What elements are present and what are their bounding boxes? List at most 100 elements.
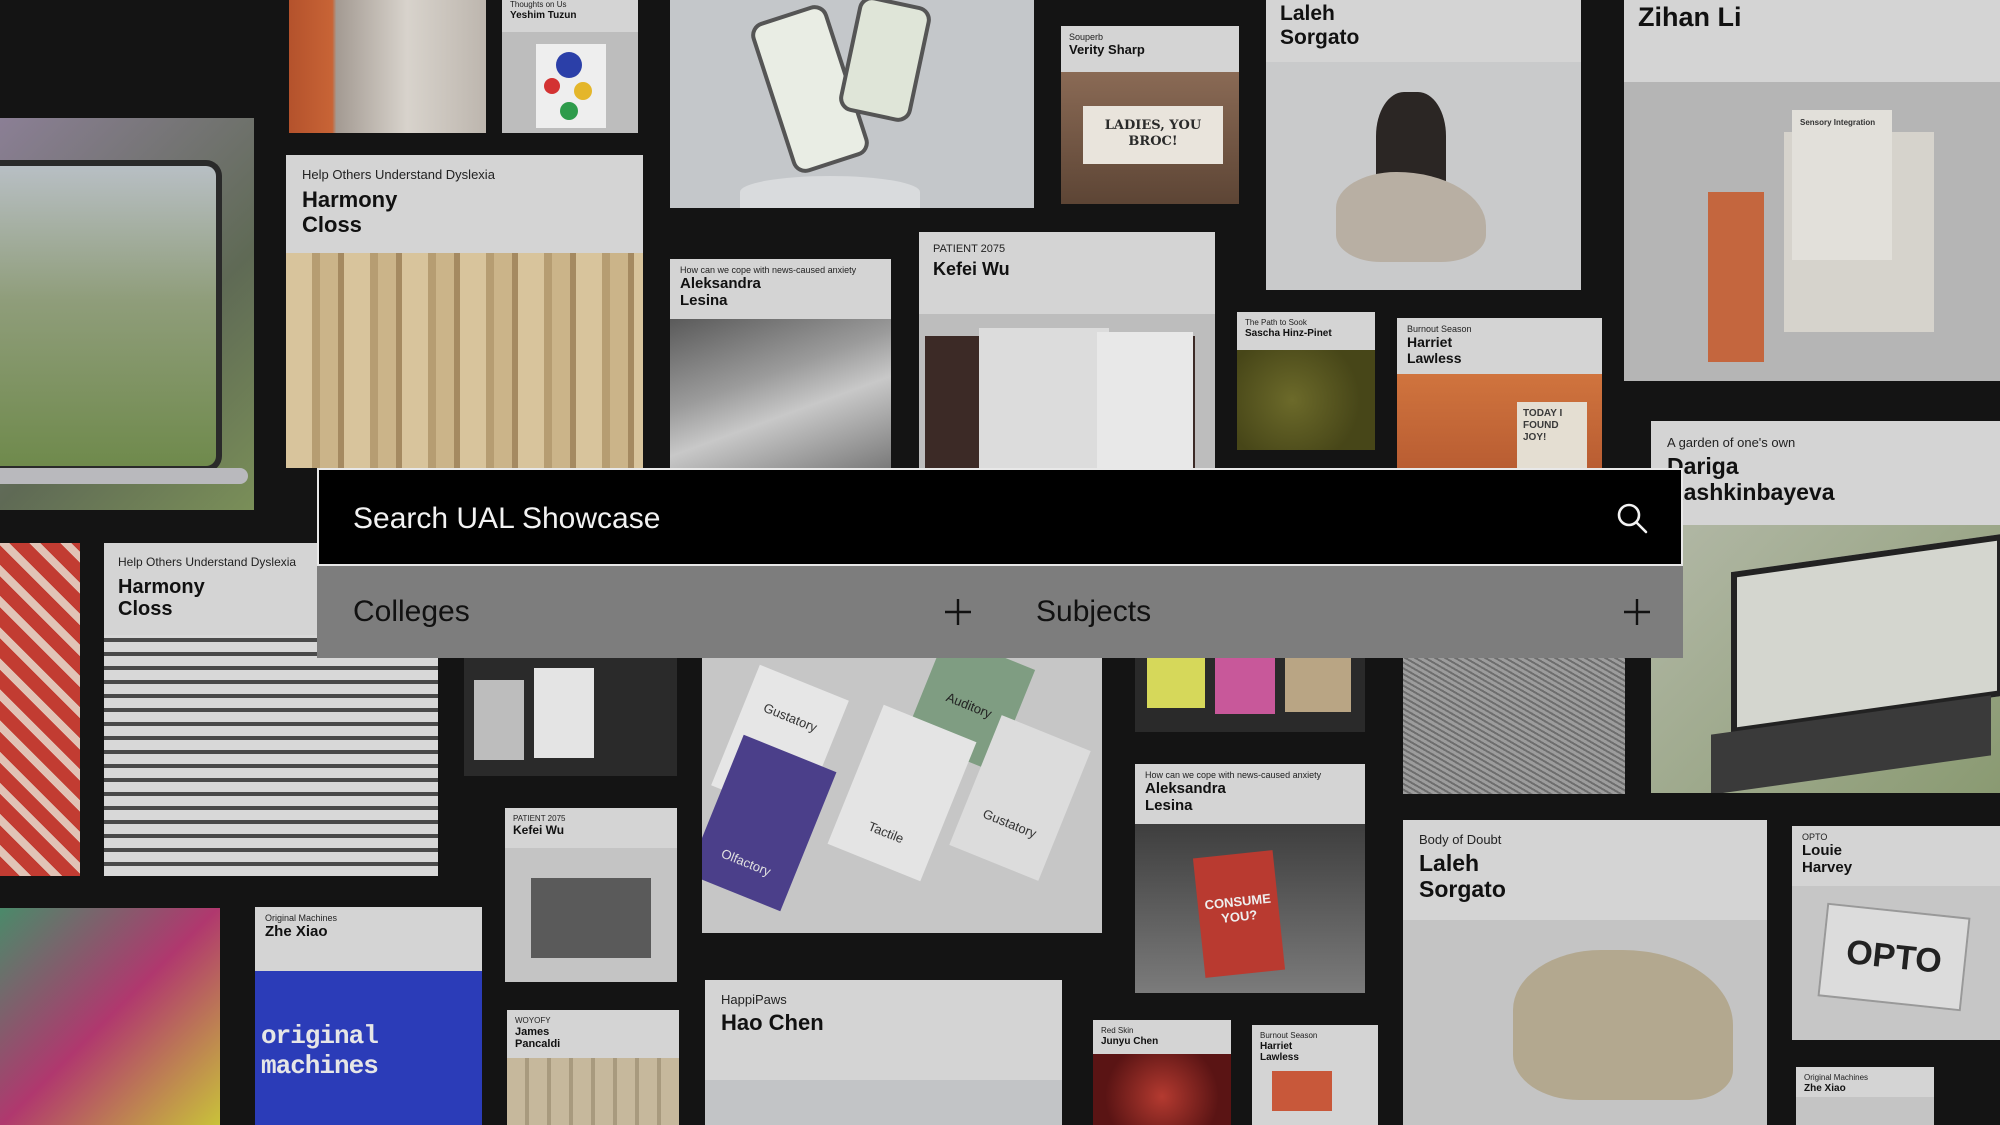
red-poster: CONSUME YOU? xyxy=(1192,850,1286,978)
phone-mockup xyxy=(836,0,934,125)
card-label: Olfactory xyxy=(719,845,773,880)
project-author: Kefei Wu xyxy=(933,259,1010,279)
portrait-photo xyxy=(1403,920,1767,1125)
moss-photo xyxy=(1237,350,1375,450)
billboard: LADIES, YOU BROC! xyxy=(1083,106,1223,164)
project-author: Aleksandra Lesina xyxy=(680,275,761,309)
project-tile-check[interactable] xyxy=(0,543,80,876)
project-tile[interactable]: OPTO Louie Harvey OPTO xyxy=(1792,826,2000,1040)
project-tile-sculpture[interactable] xyxy=(289,0,486,133)
machines-photo: original machines xyxy=(255,971,482,1125)
project-tile-notes[interactable] xyxy=(1135,658,1365,732)
project-author: Harmony Closs xyxy=(302,187,398,237)
project-tile[interactable]: How can we cope with news-caused anxiety… xyxy=(1135,764,1365,993)
card-label: Tactile xyxy=(866,818,906,847)
project-kicker: Red Skin xyxy=(1101,1026,1134,1035)
figure-body xyxy=(1513,950,1733,1100)
binder-photo xyxy=(919,314,1215,468)
figure-body xyxy=(1336,172,1486,262)
project-tile[interactable]: PATIENT 2075 Kefei Wu xyxy=(505,808,677,982)
card-label: Gustatory xyxy=(761,699,820,736)
project-tile[interactable]: Thoughts on Us Yeshim Tuzun xyxy=(502,0,638,133)
card-label: Gustatory xyxy=(980,805,1039,842)
sculpture-photo xyxy=(289,0,486,133)
project-tile-posters[interactable] xyxy=(464,658,677,776)
poster-text: CONSUME YOU? xyxy=(1203,890,1272,926)
binder-page xyxy=(979,328,1109,468)
notebook-text: TODAY I FOUND JOY! xyxy=(1523,408,1563,443)
project-tile[interactable]: Original Machines Zhe Xiao original mach… xyxy=(255,907,482,1125)
laptop-base xyxy=(0,468,248,484)
project-kicker: WOYOFY xyxy=(515,1016,551,1025)
wood-letters-photo xyxy=(286,253,643,468)
project-author: Harriet Lawless xyxy=(1407,334,1462,366)
booklet-photo: Sensory Integration xyxy=(1624,82,2000,381)
plus-icon xyxy=(1624,599,1650,625)
filter-label: Colleges xyxy=(353,595,470,628)
laptop-photo xyxy=(1651,525,2000,793)
project-tile-laptop[interactable] xyxy=(0,118,254,510)
red-photo xyxy=(1093,1054,1231,1125)
notebook-photo xyxy=(1252,1061,1378,1125)
filter-subjects[interactable]: Subjects xyxy=(1000,566,1683,658)
project-kicker: PATIENT 2075 xyxy=(933,243,1006,255)
project-tile[interactable]: The Path to Sook Sascha Hinz-Pinet xyxy=(1237,312,1375,450)
zine-photo xyxy=(507,1058,679,1125)
project-kicker: The Path to Sook xyxy=(1245,318,1307,327)
project-tile[interactable]: Original Machines Zhe Xiao xyxy=(1796,1067,1934,1125)
project-author: Verity Sharp xyxy=(1069,42,1145,57)
search-button[interactable] xyxy=(1615,501,1649,535)
project-author: Zihan Li xyxy=(1638,2,1742,32)
project-tile[interactable]: Red Skin Junyu Chen xyxy=(1093,1020,1231,1125)
project-tile-etching[interactable] xyxy=(1403,658,1625,794)
project-kicker: Thoughts on Us xyxy=(510,0,567,9)
project-tile[interactable]: PATIENT 2075 Kefei Wu xyxy=(919,232,1215,468)
project-kicker: Body of Doubt xyxy=(1419,832,1502,847)
project-author: Zhe Xiao xyxy=(1804,1083,1846,1094)
project-tile[interactable]: Zihan Li Sensory Integration xyxy=(1624,0,2000,381)
project-author: Yeshim Tuzun xyxy=(510,10,577,21)
project-tile[interactable]: Souperb Verity Sharp LADIES, YOU BROC! xyxy=(1061,26,1239,204)
project-author: Louie Harvey xyxy=(1802,842,1853,876)
project-tile[interactable]: WOYOFY James Pancaldi xyxy=(507,1010,679,1125)
poster-art xyxy=(534,668,594,758)
project-tile-app[interactable] xyxy=(670,0,1034,208)
project-tile[interactable]: Laleh Sorgato xyxy=(1266,0,1581,290)
search-icon xyxy=(1617,503,1648,534)
project-tile[interactable]: A garden of one's own Dariga Kashkinbaye… xyxy=(1651,421,2000,793)
opto-booklet: OPTO xyxy=(1817,902,1971,1012)
project-tile[interactable]: Body of Doubt Laleh Sorgato xyxy=(1403,820,1767,1125)
sheet-title: Sensory Integration xyxy=(1800,118,1876,127)
project-tile[interactable]: HappiPaws Hao Chen xyxy=(705,980,1062,1125)
search-panel: Colleges Subjects xyxy=(317,468,1683,658)
project-tile[interactable]: How can we cope with news-caused anxiety… xyxy=(670,259,891,468)
project-author: Aleksandra Lesina xyxy=(1145,780,1226,814)
project-author: Hao Chen xyxy=(721,1010,824,1035)
billboard-text: LADIES, YOU BROC! xyxy=(1104,118,1202,149)
project-kicker: Original Machines xyxy=(1804,1073,1869,1082)
card-label: Auditory xyxy=(944,689,994,722)
project-kicker: Burnout Season xyxy=(1260,1031,1318,1040)
newspaper-photo xyxy=(670,319,891,468)
notebook-photo: TODAY I FOUND JOY! xyxy=(1397,374,1602,468)
project-tile[interactable]: Burnout Season Harriet Lawless xyxy=(1252,1025,1378,1125)
project-tile-cards[interactable]: Gustatory Auditory Olfactory Tactile Gus… xyxy=(702,658,1102,933)
project-kicker: HappiPaws xyxy=(721,992,787,1007)
poster-art xyxy=(474,680,524,760)
project-kicker: Help Others Understand Dyslexia xyxy=(302,167,495,182)
project-kicker: A garden of one's own xyxy=(1667,435,1796,450)
project-tile-textiles[interactable] xyxy=(0,908,220,1125)
plus-icon xyxy=(945,599,971,625)
note xyxy=(1285,658,1351,712)
station-photo: CONSUME YOU? xyxy=(1135,824,1365,993)
search-input[interactable] xyxy=(351,490,1575,548)
filter-label: Subjects xyxy=(1036,595,1152,628)
project-author: Dariga Kashkinbayeva xyxy=(1667,453,1835,505)
search-bar xyxy=(317,468,1683,566)
project-tile[interactable]: Burnout Season Harriet Lawless TODAY I F… xyxy=(1397,318,1602,468)
poster-art xyxy=(536,44,606,128)
filter-colleges[interactable]: Colleges xyxy=(317,566,1000,658)
project-tile[interactable]: Help Others Understand Dyslexia Harmony … xyxy=(286,155,643,468)
filter-bar: Colleges Subjects xyxy=(317,566,1683,658)
note xyxy=(1147,658,1205,708)
